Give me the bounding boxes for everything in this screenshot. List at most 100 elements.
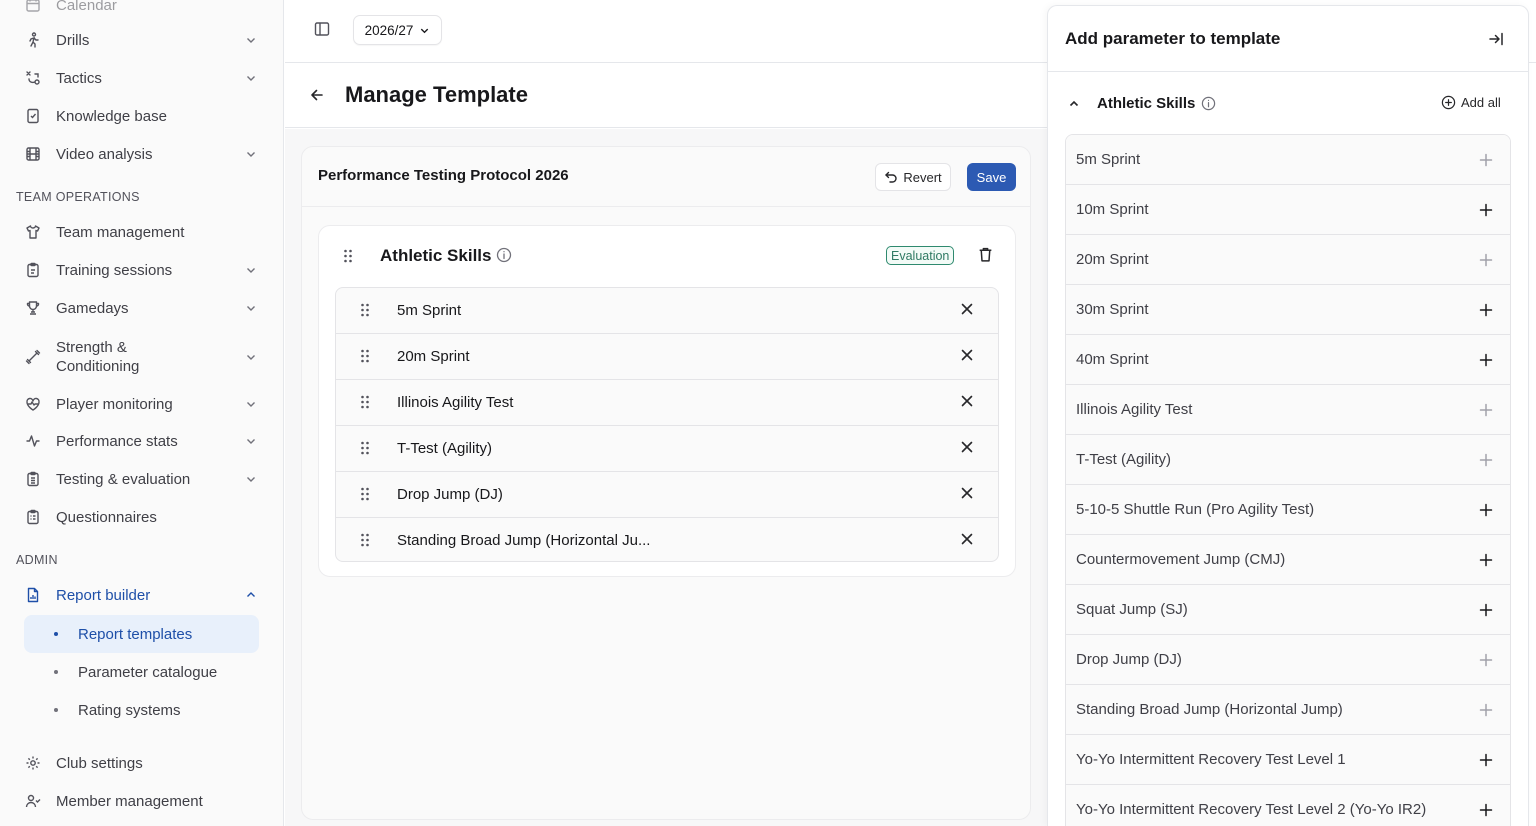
- parameter-list: 5m Sprint 20m Sprint Illinois Agility Te…: [335, 287, 999, 562]
- remove-icon[interactable]: [960, 394, 976, 410]
- sidebar-item-calendar[interactable]: Calendar: [16, 0, 268, 22]
- info-icon[interactable]: [1201, 96, 1216, 111]
- drag-handle-icon[interactable]: [343, 248, 357, 266]
- save-button[interactable]: Save: [967, 163, 1016, 191]
- sidebar-item-tactics[interactable]: Tactics: [16, 61, 268, 95]
- remove-icon[interactable]: [960, 440, 976, 456]
- plus-icon[interactable]: [1479, 603, 1493, 617]
- sidebar-subitem-parameter-catalogue[interactable]: Parameter catalogue: [24, 653, 259, 691]
- back-arrow-icon[interactable]: [309, 87, 327, 105]
- plus-icon[interactable]: [1479, 203, 1493, 217]
- chevron-up-icon[interactable]: [244, 588, 258, 602]
- chevron-down-icon[interactable]: [244, 33, 258, 47]
- sidebar-item-gamedays[interactable]: Gamedays: [16, 291, 268, 325]
- add-all-button[interactable]: Add all: [1441, 95, 1501, 110]
- plus-icon[interactable]: [1479, 253, 1493, 267]
- remove-icon[interactable]: [960, 532, 976, 548]
- available-parameter-name: 20m Sprint: [1076, 251, 1149, 268]
- plus-icon[interactable]: [1479, 703, 1493, 717]
- sidebar-item-strength-conditioning[interactable]: Strength & Conditioning: [16, 336, 268, 378]
- template-card-header: Performance Testing Protocol 2026 Revert…: [302, 147, 1030, 207]
- sidebar-item-video-analysis[interactable]: Video analysis: [16, 137, 268, 171]
- plus-icon[interactable]: [1479, 803, 1493, 817]
- sidebar-item-report-builder[interactable]: Report builder: [16, 578, 268, 612]
- remove-icon[interactable]: [960, 486, 976, 502]
- chevron-down-icon[interactable]: [244, 397, 258, 411]
- sidebar-toggle-icon[interactable]: [313, 20, 333, 40]
- available-parameter-row[interactable]: T-Test (Agility): [1066, 435, 1510, 485]
- plus-icon[interactable]: [1479, 503, 1493, 517]
- chevron-up-icon[interactable]: [1068, 97, 1080, 109]
- season-selector[interactable]: 2026/27: [353, 15, 442, 45]
- sidebar-item-member-management[interactable]: Member management: [16, 784, 268, 818]
- drag-handle-icon[interactable]: [360, 486, 374, 504]
- plus-icon[interactable]: [1479, 153, 1493, 167]
- sidebar-item-player-monitoring[interactable]: Player monitoring: [16, 387, 268, 421]
- chevron-down-icon[interactable]: [244, 263, 258, 277]
- available-parameter-row[interactable]: 20m Sprint: [1066, 235, 1510, 285]
- available-parameter-row[interactable]: Drop Jump (DJ): [1066, 635, 1510, 685]
- plus-icon[interactable]: [1479, 753, 1493, 767]
- trash-icon[interactable]: [977, 246, 995, 264]
- template-card: Performance Testing Protocol 2026 Revert…: [301, 146, 1031, 820]
- drag-handle-icon[interactable]: [360, 532, 374, 550]
- panel-header: Add parameter to template: [1048, 6, 1528, 72]
- available-parameter-row[interactable]: Illinois Agility Test: [1066, 385, 1510, 435]
- chevron-down-icon[interactable]: [244, 71, 258, 85]
- available-parameter-row[interactable]: Countermovement Jump (CMJ): [1066, 535, 1510, 585]
- drag-handle-icon[interactable]: [360, 348, 374, 366]
- sidebar-item-label: Member management: [56, 792, 203, 810]
- drag-handle-icon[interactable]: [360, 440, 374, 458]
- dumbbell-icon: [24, 348, 42, 366]
- available-parameter-row[interactable]: Yo-Yo Intermittent Recovery Test Level 2…: [1066, 785, 1510, 826]
- available-parameter-row[interactable]: 30m Sprint: [1066, 285, 1510, 335]
- available-parameter-row[interactable]: Squat Jump (SJ): [1066, 585, 1510, 635]
- available-parameter-row[interactable]: 10m Sprint: [1066, 185, 1510, 235]
- sidebar-item-label: Tactics: [56, 69, 102, 87]
- plus-icon[interactable]: [1479, 303, 1493, 317]
- chevron-down-icon[interactable]: [244, 301, 258, 315]
- sidebar-item-drills[interactable]: Drills: [16, 23, 268, 57]
- available-parameter-row[interactable]: 40m Sprint: [1066, 335, 1510, 385]
- sidebar-item-testing-evaluation[interactable]: Testing & evaluation: [16, 462, 268, 496]
- drag-handle-icon[interactable]: [360, 394, 374, 412]
- chevron-down-icon[interactable]: [244, 472, 258, 486]
- plus-icon[interactable]: [1479, 403, 1493, 417]
- sidebar: Calendar Drills Tactics Knowledge base V…: [0, 0, 284, 826]
- remove-icon[interactable]: [960, 348, 976, 364]
- sidebar-subitem-report-templates[interactable]: Report templates: [24, 615, 259, 653]
- revert-button[interactable]: Revert: [875, 163, 951, 191]
- parameter-name: Standing Broad Jump (Horizontal Ju...: [397, 532, 651, 549]
- sidebar-subitem-label: Report templates: [78, 625, 193, 643]
- available-parameter-row[interactable]: Yo-Yo Intermittent Recovery Test Level 1: [1066, 735, 1510, 785]
- available-parameter-row[interactable]: 5-10-5 Shuttle Run (Pro Agility Test): [1066, 485, 1510, 535]
- sidebar-item-training-sessions[interactable]: Training sessions: [16, 253, 268, 287]
- sidebar-subitem-rating-systems[interactable]: Rating systems: [24, 691, 259, 729]
- drag-handle-icon[interactable]: [360, 302, 374, 320]
- sidebar-subitem-label: Parameter catalogue: [78, 663, 218, 681]
- plus-icon[interactable]: [1479, 553, 1493, 567]
- chevron-down-icon[interactable]: [244, 147, 258, 161]
- parameter-row: Illinois Agility Test: [336, 380, 998, 426]
- remove-icon[interactable]: [960, 302, 976, 318]
- chevron-down-icon[interactable]: [244, 350, 258, 364]
- sidebar-item-knowledge-base[interactable]: Knowledge base: [16, 99, 268, 133]
- chevron-down-icon[interactable]: [244, 434, 258, 448]
- available-parameter-name: Illinois Agility Test: [1076, 401, 1193, 418]
- available-parameter-row[interactable]: Standing Broad Jump (Horizontal Jump): [1066, 685, 1510, 735]
- sidebar-item-team-management[interactable]: Team management: [16, 215, 268, 249]
- sidebar-item-club-settings[interactable]: Club settings: [16, 746, 268, 780]
- sidebar-item-performance-stats[interactable]: Performance stats: [16, 424, 268, 458]
- collapse-panel-icon[interactable]: [1488, 31, 1504, 47]
- plus-icon[interactable]: [1479, 353, 1493, 367]
- plus-icon[interactable]: [1479, 453, 1493, 467]
- available-parameter-name: Drop Jump (DJ): [1076, 651, 1182, 668]
- plus-icon[interactable]: [1479, 653, 1493, 667]
- activity-icon: [24, 432, 42, 450]
- sidebar-item-questionnaires[interactable]: Questionnaires: [16, 500, 268, 534]
- undo-icon: [884, 170, 898, 184]
- available-parameter-list: 5m Sprint 10m Sprint 20m Sprint 30m Sprint 4…: [1065, 134, 1511, 826]
- questionnaire-icon: [24, 508, 42, 526]
- available-parameter-row[interactable]: 5m Sprint: [1066, 135, 1510, 185]
- info-icon[interactable]: [496, 247, 512, 263]
